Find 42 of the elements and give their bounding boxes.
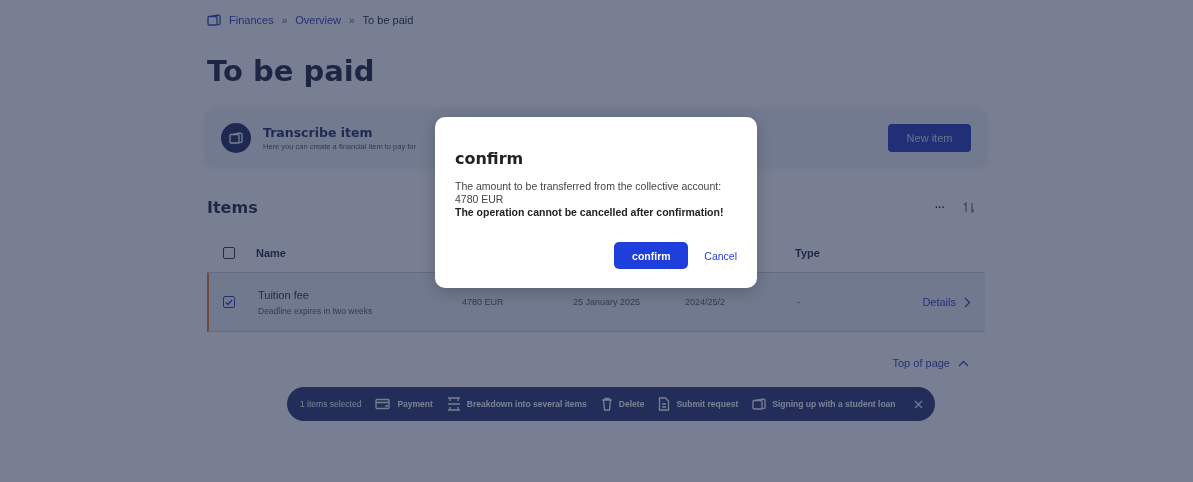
split-icon	[446, 397, 461, 411]
action-button[interactable]: Delete	[600, 397, 645, 411]
column-header: Type	[795, 247, 821, 259]
folder-icon	[207, 14, 221, 26]
table-cell-text: 4780 EUR	[462, 297, 505, 307]
selection-count: 1 items selected	[300, 399, 362, 409]
breadcrumb-link[interactable]: Finances	[229, 14, 274, 26]
cancel-link[interactable]: Cancel	[704, 249, 737, 262]
page-title: To be paid	[207, 54, 376, 88]
section-title: Items	[207, 197, 258, 217]
action-button[interactable]: Submit request	[658, 397, 739, 411]
new-item-button[interactable]: New item	[888, 124, 971, 152]
chevron-right-icon	[964, 296, 971, 308]
action-button[interactable]: Breakdown into several items	[446, 397, 587, 411]
sort-icon	[963, 201, 975, 213]
confirm-button[interactable]: confirm	[614, 242, 689, 269]
item-name: Tuition fee	[258, 288, 310, 301]
breadcrumb-link[interactable]: Overview	[295, 14, 342, 26]
check-icon	[225, 298, 233, 306]
close-icon	[913, 400, 923, 409]
folder-icon	[221, 123, 251, 153]
card-title: Transcribe item	[263, 125, 374, 140]
breadcrumb-separator: »	[349, 14, 355, 26]
breadcrumb-separator: »	[281, 14, 288, 26]
card-icon	[375, 398, 392, 410]
more-button[interactable]: ···	[935, 201, 945, 213]
checkbox[interactable]	[223, 247, 235, 259]
table-cell-text: 2024/25/2	[685, 297, 727, 307]
trash-icon	[600, 397, 613, 411]
table-cell-text: -	[797, 297, 801, 307]
folder-icon	[752, 398, 767, 410]
chevron-up-icon	[958, 359, 969, 367]
details-link[interactable]: Details	[922, 296, 971, 308]
dialog-message: The amount to be transferred from the collective account: 4780 EUR	[455, 180, 723, 206]
column-header: Name	[256, 247, 287, 259]
dialog-title: confirm	[455, 149, 525, 168]
dialog-warning: The operation cannot be cancelled after confirmation!	[455, 206, 725, 219]
action-button[interactable]: Payment	[375, 398, 433, 410]
checkbox[interactable]	[223, 296, 235, 308]
document-icon	[658, 397, 671, 411]
top-of-page-link[interactable]: Top of page	[892, 357, 950, 369]
action-button[interactable]: Signing up with a student loan	[752, 398, 896, 410]
